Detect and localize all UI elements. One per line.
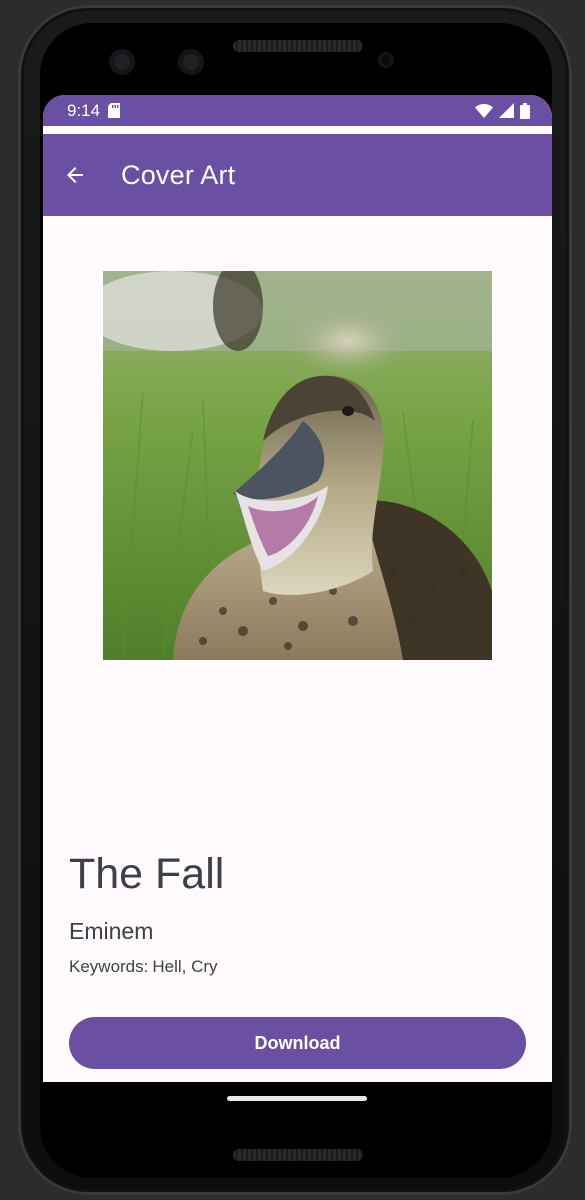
keywords-value: Hell, Cry bbox=[152, 957, 218, 976]
app-screen: 9:14 Cover Art The Fall Eminem Keywords:… bbox=[43, 95, 552, 1082]
arrow-back-icon bbox=[67, 167, 83, 183]
signal-icon bbox=[499, 103, 514, 118]
duck-photo bbox=[103, 271, 492, 660]
status-bar: 9:14 bbox=[43, 95, 552, 126]
bottom-speaker bbox=[233, 1149, 363, 1161]
artist-name: Eminem bbox=[69, 918, 154, 944]
back-button[interactable] bbox=[63, 163, 113, 187]
status-gap bbox=[43, 126, 552, 134]
earpiece-speaker bbox=[233, 40, 363, 52]
top-app-bar: Cover Art bbox=[43, 134, 552, 216]
download-button[interactable]: Download bbox=[69, 1017, 526, 1069]
keywords-line: Keywords: Hell, Cry bbox=[69, 957, 218, 977]
status-time: 9:14 bbox=[67, 100, 101, 120]
volume-button bbox=[572, 425, 578, 585]
song-title: The Fall bbox=[69, 850, 225, 898]
navigation-bar bbox=[43, 1082, 552, 1112]
keywords-label: Keywords: bbox=[69, 957, 149, 976]
sd-card-icon bbox=[108, 103, 121, 118]
proximity-sensor bbox=[378, 52, 394, 68]
cover-art-image bbox=[103, 271, 492, 660]
power-button bbox=[572, 235, 578, 325]
front-camera-icon bbox=[178, 49, 204, 75]
page-title: Cover Art bbox=[121, 159, 236, 190]
wifi-icon bbox=[475, 103, 493, 118]
front-camera-icon bbox=[109, 49, 135, 75]
battery-icon bbox=[520, 102, 530, 119]
home-gesture-handle[interactable] bbox=[227, 1096, 367, 1101]
